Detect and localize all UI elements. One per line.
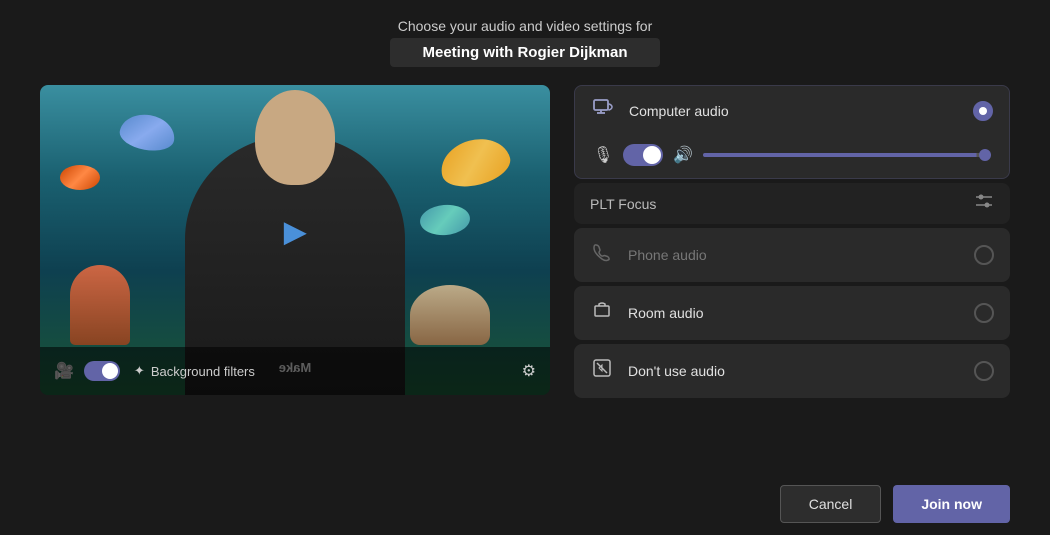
mic-toggle-knob [643,146,661,164]
page-header: Choose your audio and video settings for… [390,0,659,77]
computer-audio-label: Computer audio [629,103,959,119]
camera-icon[interactable]: 🎥 [54,361,74,381]
background-filter-button[interactable]: ✦ Background filters [134,363,255,379]
background-filter-icon: ✦ [134,363,145,379]
mic-toggle[interactable] [623,144,663,166]
meeting-title: Meeting with Rogier Dijkman [390,38,659,67]
computer-audio-radio[interactable] [973,101,993,121]
no-audio-icon [590,358,614,384]
join-now-button[interactable]: Join now [893,485,1010,523]
computer-audio-header: Computer audio [591,98,993,124]
main-content: ▶ Make 🎥 ✦ Background filters ⚙ [0,85,1050,473]
plt-focus-label: PLT Focus [590,196,656,212]
phone-audio-radio[interactable] [974,245,994,265]
coral-2 [410,285,490,345]
audio-option-none[interactable]: Don't use audio [574,344,1010,398]
camera-toggle-knob [102,363,118,379]
header-subtitle: Choose your audio and video settings for [390,18,659,34]
audio-option-phone[interactable]: Phone audio [574,228,1010,282]
plt-focus-row: PLT Focus [574,183,1010,224]
audio-option-computer[interactable]: Computer audio 🎙 🔊 [574,85,1010,179]
cancel-button[interactable]: Cancel [780,485,882,523]
computer-audio-controls: 🎙 🔊 [591,144,993,166]
audio-device-settings-icon[interactable] [974,193,994,214]
video-panel: ▶ Make 🎥 ✦ Background filters ⚙ [40,85,550,395]
volume-slider[interactable] [703,153,991,157]
bottom-bar: Cancel Join now [0,473,1050,535]
video-controls-bar: 🎥 ✦ Background filters ⚙ [40,347,550,395]
coral-1 [70,265,130,345]
shirt-logo: ▶ [284,215,306,248]
phone-audio-label: Phone audio [628,247,960,263]
audio-option-room[interactable]: Room audio [574,286,1010,340]
mic-icon: 🎙 [593,145,613,165]
camera-toggle[interactable] [84,361,120,381]
background-filter-label: Background filters [151,364,255,379]
room-audio-radio[interactable] [974,303,994,323]
room-audio-icon [590,300,614,326]
audio-panel: Computer audio 🎙 🔊 PLT Focus [574,85,1010,473]
computer-audio-icon [591,98,615,124]
fish-decoration-3 [60,165,100,190]
no-audio-label: Don't use audio [628,363,960,379]
room-audio-label: Room audio [628,305,960,321]
no-audio-radio[interactable] [974,361,994,381]
video-settings-icon[interactable]: ⚙ [522,361,536,381]
person-head [255,90,335,185]
phone-audio-icon [590,242,614,268]
speaker-icon: 🔊 [673,145,693,165]
